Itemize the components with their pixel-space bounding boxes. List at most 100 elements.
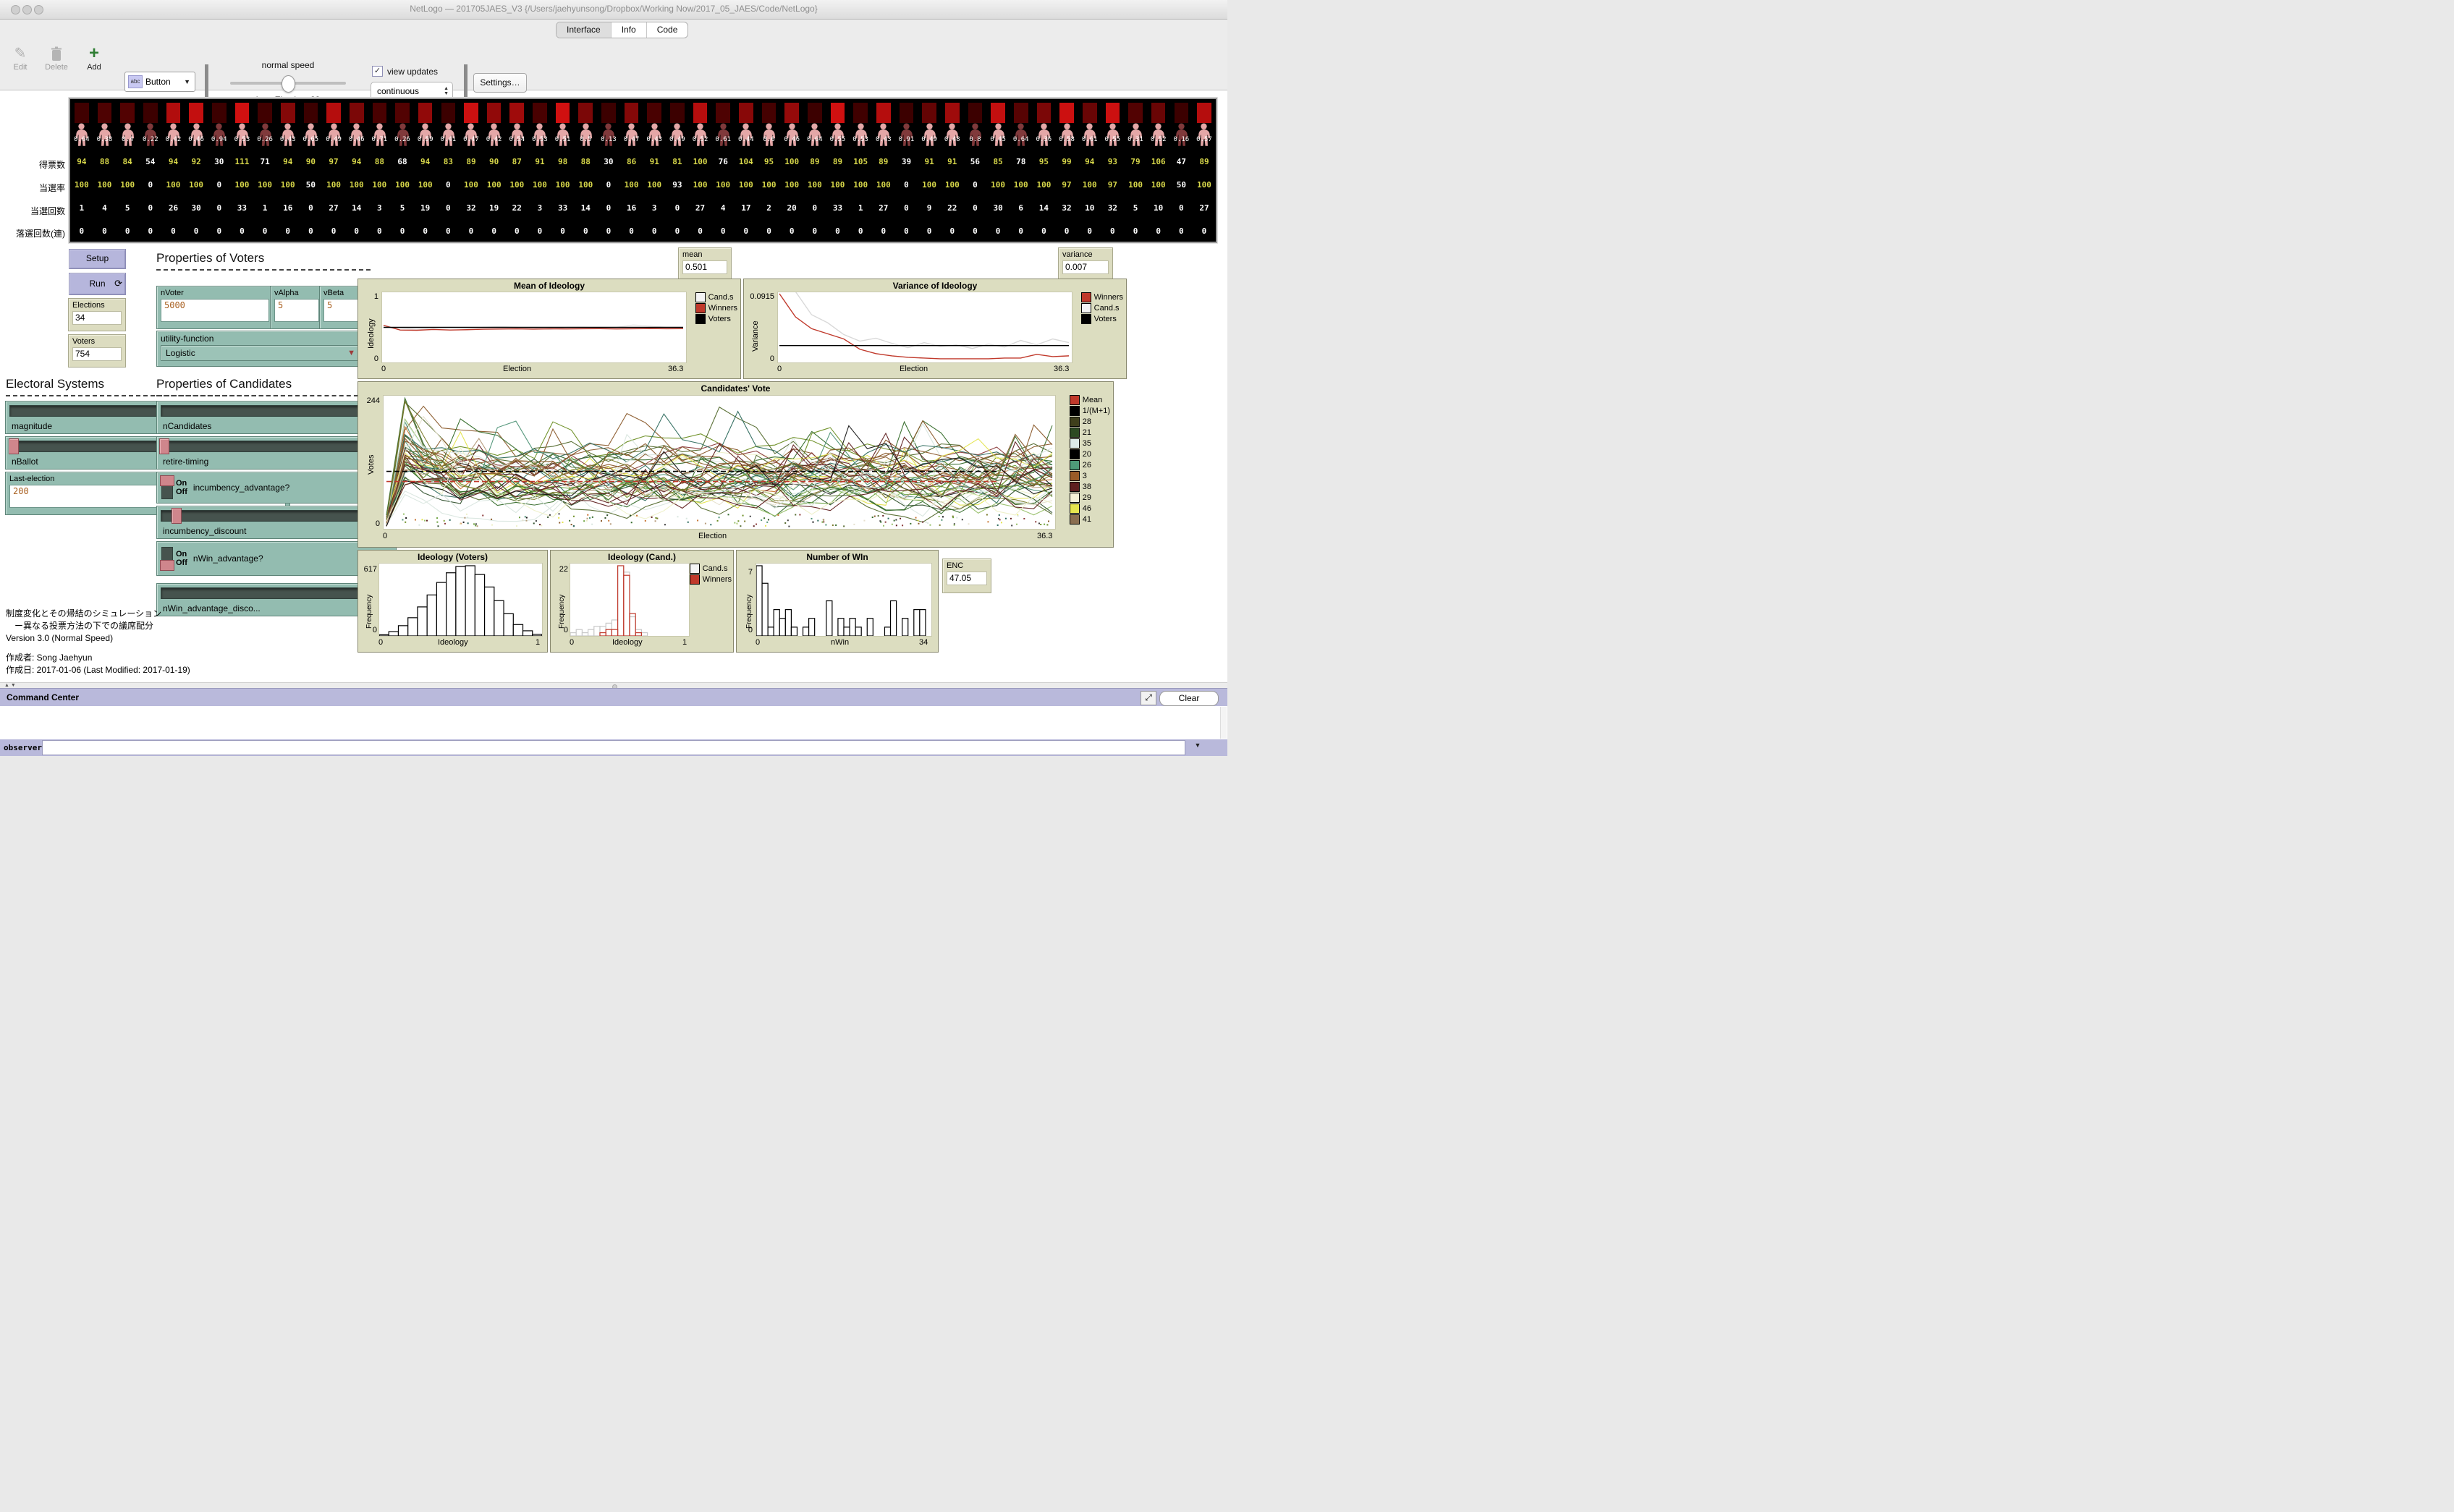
vote-count-cell: 100 xyxy=(780,157,803,166)
slider-handle[interactable] xyxy=(159,438,169,454)
switch-handle[interactable] xyxy=(160,475,174,486)
speed-slider-thumb[interactable] xyxy=(282,75,295,93)
param-value[interactable]: 5 xyxy=(274,299,319,322)
patch-cell xyxy=(964,103,987,123)
patch-square xyxy=(235,103,250,123)
win-rate-cell: 0 xyxy=(964,180,987,190)
add-button[interactable]: + Add xyxy=(80,44,109,72)
win-count-cell: 32 xyxy=(1101,203,1125,213)
win-rate-cell: 100 xyxy=(93,180,117,190)
vote-count-cell: 91 xyxy=(918,157,941,166)
x-min-tick: 0 xyxy=(383,532,387,540)
forever-icon: ⟳ xyxy=(114,273,122,294)
loss-count-cell: 0 xyxy=(735,226,758,236)
patch-square xyxy=(120,103,135,123)
netlogo-window: NetLogo — 201705JAES_V3 {/Users/jaehyuns… xyxy=(0,0,1227,756)
person-icon xyxy=(918,123,941,148)
nvoter-input[interactable]: nVoter5000 xyxy=(156,286,274,329)
setup-button[interactable]: Setup xyxy=(69,249,126,269)
utility-function-chooser[interactable]: utility-function Logistic▼ xyxy=(156,331,365,367)
win-rate-cell: 93 xyxy=(666,180,689,190)
legend-item: Cand.s xyxy=(690,564,732,574)
splitter-arrows-icon[interactable]: ▲▼ xyxy=(4,683,17,688)
win-rate-cell: 100 xyxy=(551,180,575,190)
patch-square xyxy=(922,103,936,123)
y-min-tick: 0 xyxy=(745,354,774,363)
row-label-win-count: 当選回数 xyxy=(1,205,65,217)
vote-count-cell: 89 xyxy=(1193,157,1216,166)
ideology-value: 0.5 xyxy=(574,136,597,143)
run-button[interactable]: Run ⟳ xyxy=(69,273,126,295)
ideology-value: 0.43 xyxy=(643,136,666,143)
patch-square xyxy=(1128,103,1143,123)
command-input[interactable] xyxy=(42,740,1185,755)
plot-legend: Cand.sWinners xyxy=(690,564,732,585)
legend-label: 46 xyxy=(1083,504,1091,513)
view-updates-checkbox[interactable]: ✓ view updates xyxy=(372,66,438,77)
tab-info[interactable]: Info xyxy=(612,22,647,38)
switch-track[interactable] xyxy=(161,476,173,499)
loss-count-cell: 0 xyxy=(597,226,620,236)
ideology-value: 0.61 xyxy=(1078,136,1101,143)
edit-button[interactable]: ✎ Edit xyxy=(6,44,35,72)
expand-icon[interactable]: ⤢ xyxy=(1141,691,1156,705)
patch-square xyxy=(1083,103,1097,123)
win-rate-cell: 100 xyxy=(986,180,1010,190)
legend-label: Voters xyxy=(708,315,731,323)
ideology-value: 0.94 xyxy=(208,136,231,143)
patch-cell xyxy=(895,103,918,123)
scrollbar[interactable] xyxy=(1220,707,1227,739)
ideology-value: 0.51 xyxy=(551,136,575,143)
widget-type-dropdown[interactable]: abc Button ▼ xyxy=(124,72,195,92)
vote-count-cell: 56 xyxy=(964,157,987,166)
legend-swatch xyxy=(1070,406,1080,416)
win-count-cell: 2 xyxy=(758,203,781,213)
world-view[interactable]: 0.640.380.40.220.420.460.940.530.260.430… xyxy=(69,98,1217,243)
tab-interface[interactable]: Interface xyxy=(557,22,612,38)
switch-track[interactable] xyxy=(161,547,173,570)
param-value[interactable]: 5000 xyxy=(161,299,269,322)
loss-count-cell: 0 xyxy=(780,226,803,236)
checkbox-check-icon[interactable]: ✓ xyxy=(372,66,383,77)
win-count-cell: 30 xyxy=(986,203,1010,213)
vote-count-cell: 79 xyxy=(1124,157,1147,166)
tab-code[interactable]: Code xyxy=(647,22,688,38)
x-min-tick: 0 xyxy=(378,638,383,647)
patch-cell xyxy=(437,103,460,123)
win-count-cell: 5 xyxy=(1124,203,1147,213)
slider-handle[interactable] xyxy=(172,508,182,524)
settings-button[interactable]: Settings… xyxy=(473,73,527,93)
slider-handle[interactable] xyxy=(9,438,19,454)
person-icon xyxy=(116,123,139,148)
loss-count-cell: 0 xyxy=(689,226,712,236)
legend-swatch xyxy=(1081,314,1091,324)
ideology-value: 0.48 xyxy=(941,136,964,143)
legend-item: 28 xyxy=(1070,417,1110,427)
legend-swatch xyxy=(1070,504,1080,514)
chevron-down-icon[interactable]: ▼ xyxy=(1188,742,1207,754)
switch-handle[interactable] xyxy=(160,560,174,571)
patch-square xyxy=(373,103,387,123)
win-count-cell: 27 xyxy=(872,203,895,213)
win-rate-cell: 100 xyxy=(1193,180,1216,190)
person-icon xyxy=(1033,123,1056,148)
win-rate-cell: 100 xyxy=(574,180,597,190)
person-icon xyxy=(208,123,231,148)
valpha-input[interactable]: vAlpha5 xyxy=(270,286,323,329)
legend-swatch xyxy=(1070,417,1080,427)
patch-square xyxy=(1106,103,1120,123)
ideology-value: 0.58 xyxy=(1055,136,1078,143)
command-center-output[interactable] xyxy=(0,706,1227,740)
person-icon xyxy=(643,123,666,148)
win-rate-cell: 100 xyxy=(322,180,345,190)
win-count-row: 1450263003311602714351903219223331401630… xyxy=(70,203,1216,213)
clear-button[interactable]: Clear xyxy=(1159,691,1219,706)
patch-cell xyxy=(162,103,185,123)
plot-legend: WinnersCand.sVoters xyxy=(1081,292,1123,325)
y-max-tick: 22 xyxy=(552,565,568,574)
loss-count-cell: 0 xyxy=(643,226,666,236)
delete-button[interactable]: Delete xyxy=(42,44,71,72)
ideology-value: 0.47 xyxy=(620,136,643,143)
elections-label: Elections xyxy=(72,301,122,310)
ideology-value: 0.61 xyxy=(711,136,735,143)
